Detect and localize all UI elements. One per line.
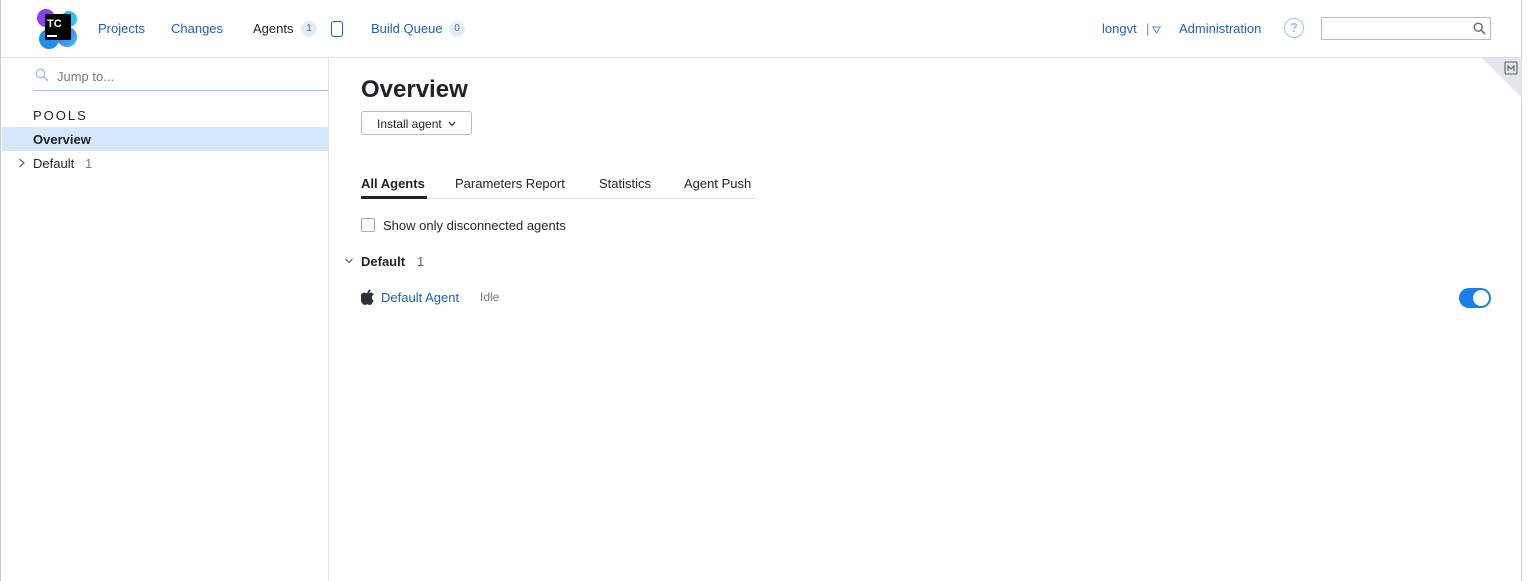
install-agent-button[interactable]: Install agent bbox=[361, 111, 472, 135]
pool-group-name: Default bbox=[361, 254, 406, 269]
agent-device-icon[interactable] bbox=[331, 21, 343, 37]
agents-count-badge: 1 bbox=[301, 21, 317, 37]
user-separator: | bbox=[1146, 21, 1150, 36]
tab-all-agents[interactable]: All Agents bbox=[361, 176, 425, 191]
sidebar-item-label: Overview bbox=[33, 132, 91, 147]
logo-text: TC bbox=[47, 18, 62, 30]
search-icon[interactable] bbox=[1473, 22, 1486, 35]
active-tab-indicator bbox=[361, 196, 427, 199]
pool-group-count: 1 bbox=[417, 254, 425, 269]
apple-icon bbox=[361, 289, 374, 305]
search-icon bbox=[35, 68, 49, 82]
triangle-down-icon[interactable] bbox=[1152, 26, 1161, 34]
main-content: Overview Install agent All Agents Parame… bbox=[329, 58, 1522, 581]
install-agent-label: Install agent bbox=[377, 117, 442, 131]
nav-build-queue[interactable]: Build Queue bbox=[371, 21, 443, 36]
sidebar-item-default[interactable]: Default 1 bbox=[2, 151, 328, 175]
user-menu[interactable]: longvt bbox=[1102, 21, 1137, 36]
agent-status: Idle bbox=[480, 290, 500, 304]
header-search-input[interactable] bbox=[1321, 17, 1491, 40]
chevron-down-icon bbox=[448, 121, 456, 127]
tab-statistics[interactable]: Statistics bbox=[599, 176, 651, 191]
build-queue-count-badge: 0 bbox=[449, 21, 465, 37]
agent-enabled-toggle[interactable] bbox=[1459, 288, 1491, 308]
app-frame: TC Projects Changes Agents 1 Build Queue… bbox=[0, 0, 1523, 581]
corner-fold[interactable] bbox=[1482, 58, 1522, 98]
nav-agents[interactable]: Agents bbox=[253, 21, 293, 36]
chevron-right-icon[interactable] bbox=[18, 158, 26, 168]
show-disconnected-label[interactable]: Show only disconnected agents bbox=[383, 218, 566, 233]
tab-agent-push[interactable]: Agent Push bbox=[684, 176, 751, 191]
nav-projects[interactable]: Projects bbox=[98, 21, 145, 36]
pools-heading: POOLS bbox=[33, 108, 88, 123]
toggle-knob bbox=[1473, 290, 1489, 306]
top-header: TC Projects Changes Agents 1 Build Queue… bbox=[1, 0, 1523, 58]
sidebar: POOLS Overview Default 1 bbox=[1, 58, 329, 581]
sidebar-item-label: Default bbox=[33, 156, 75, 171]
tab-parameters-report[interactable]: Parameters Report bbox=[455, 176, 565, 191]
jump-to-input[interactable] bbox=[33, 63, 328, 91]
agents-tabs: All Agents Parameters Report Statistics … bbox=[361, 170, 756, 199]
nav-changes[interactable]: Changes bbox=[171, 21, 223, 36]
help-icon[interactable]: ? bbox=[1284, 18, 1304, 38]
nav-administration[interactable]: Administration bbox=[1179, 21, 1261, 36]
sidebar-item-overview[interactable]: Overview bbox=[2, 127, 328, 151]
sidebar-item-count: 1 bbox=[85, 156, 93, 171]
show-disconnected-checkbox[interactable] bbox=[361, 218, 375, 232]
chevron-down-icon[interactable] bbox=[344, 257, 354, 265]
teamcity-logo[interactable]: TC bbox=[37, 7, 79, 49]
agent-link-default-agent[interactable]: Default Agent bbox=[381, 290, 459, 305]
page-title: Overview bbox=[361, 76, 468, 103]
